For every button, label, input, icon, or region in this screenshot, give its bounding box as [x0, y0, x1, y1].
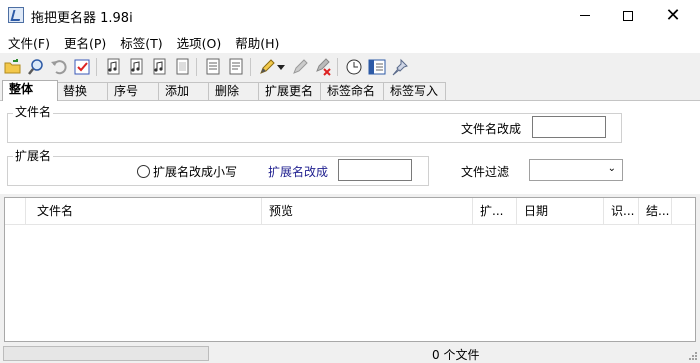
overall-panel: 文件名 文件名改成 扩展名 扩展名改成小写 扩展名改成 文件过滤 ⌄	[0, 100, 700, 194]
menu-options[interactable]: 选项(O)	[169, 33, 228, 52]
column-result[interactable]: 结...	[639, 198, 672, 225]
title-bar: 拖把更名器 1.98i ✕	[0, 0, 700, 31]
progress-bar	[3, 346, 209, 361]
file-music-3-icon	[153, 58, 166, 75]
app-icon	[8, 7, 24, 23]
list-header: 文件名 预览 扩... 日期 识... 结...	[5, 198, 695, 225]
search-icon	[28, 59, 43, 75]
open-folder-icon	[4, 59, 21, 74]
list-2-button[interactable]	[227, 58, 245, 76]
edit-delete-icon	[316, 58, 331, 76]
close-icon: ✕	[665, 4, 681, 26]
column-identify[interactable]: 识...	[604, 198, 639, 225]
column-icon-spacer	[5, 198, 26, 225]
status-bar: 0 个文件	[0, 343, 700, 363]
file-list[interactable]: 文件名 预览 扩... 日期 识... 结...	[4, 197, 696, 342]
tag-button-1[interactable]	[104, 58, 122, 76]
edit-disabled-button[interactable]	[291, 58, 309, 76]
check-icon	[74, 59, 90, 75]
column-preview[interactable]: 预览	[262, 198, 473, 225]
search-button[interactable]	[27, 58, 45, 76]
panel-button[interactable]	[368, 58, 386, 76]
list-button[interactable]	[204, 58, 222, 76]
ext-change-input[interactable]	[338, 159, 412, 181]
file-count-status: 0 个文件	[432, 348, 480, 362]
tab-delete[interactable]: 删除	[208, 82, 259, 100]
close-button[interactable]: ✕	[650, 0, 696, 31]
toolbar-separator	[337, 58, 338, 76]
tab-tag-write[interactable]: 标签写入	[383, 82, 446, 100]
file-filter-select[interactable]: ⌄	[529, 159, 623, 181]
menu-bar: 文件(F) 更名(P) 标签(T) 选项(O) 帮助(H)	[0, 31, 700, 53]
tab-extension-rename[interactable]: 扩展更名	[258, 82, 321, 100]
maximize-button[interactable]	[605, 0, 651, 31]
list-2-icon	[229, 58, 243, 75]
open-folder-button[interactable]	[4, 58, 22, 76]
filename-group	[7, 113, 622, 143]
filename-change-label: 文件名改成	[461, 122, 522, 136]
file-music-icon	[107, 58, 120, 75]
maximize-icon	[623, 10, 633, 21]
menu-rename[interactable]: 更名(P)	[56, 33, 112, 52]
menu-help[interactable]: 帮助(H)	[227, 33, 285, 52]
ext-change-label: 扩展名改成	[268, 165, 329, 179]
file-icon	[176, 58, 189, 75]
column-filename[interactable]: 文件名	[26, 198, 262, 225]
pencil-icon	[260, 59, 275, 74]
tab-add[interactable]: 添加	[158, 82, 209, 100]
panel-icon	[368, 59, 386, 75]
ext-lowercase-radio[interactable]	[137, 165, 150, 178]
file-button[interactable]	[173, 58, 191, 76]
tab-replace[interactable]: 替换	[56, 82, 108, 100]
tab-sequence[interactable]: 序号	[107, 82, 159, 100]
clock-button[interactable]	[345, 58, 363, 76]
pin-button[interactable]	[391, 58, 409, 76]
dropdown-arrow-icon	[277, 65, 285, 70]
undo-icon	[51, 60, 67, 75]
chevron-down-icon: ⌄	[607, 163, 616, 174]
clock-icon	[346, 59, 362, 75]
toolbar-separator	[96, 58, 97, 76]
window-title: 拖把更名器 1.98i	[31, 11, 133, 26]
undo-button[interactable]	[50, 58, 68, 76]
tab-tag-naming[interactable]: 标签命名	[320, 82, 384, 100]
check-button[interactable]	[73, 58, 91, 76]
filename-group-label: 文件名	[13, 105, 54, 119]
toolbar-separator	[250, 58, 251, 76]
extension-group-label: 扩展名	[13, 149, 54, 163]
pencil-dropdown-button[interactable]	[276, 58, 286, 76]
tag-button-2[interactable]	[127, 58, 145, 76]
edit-delete-button[interactable]	[314, 58, 332, 76]
minimize-icon	[580, 15, 590, 16]
edit-disabled-icon	[293, 59, 308, 74]
toolbar-separator	[196, 58, 197, 76]
ext-lowercase-label[interactable]: 扩展名改成小写	[153, 165, 237, 179]
menu-tags[interactable]: 标签(T)	[112, 33, 168, 52]
pin-icon	[392, 58, 408, 76]
resize-grip-icon[interactable]	[688, 351, 698, 361]
toolbar	[0, 54, 700, 80]
tab-strip: 整体 替换 序号 添加 删除 扩展更名 标签命名 标签写入	[0, 80, 700, 101]
menu-file[interactable]: 文件(F)	[0, 33, 56, 52]
tag-button-3[interactable]	[150, 58, 168, 76]
minimize-button[interactable]	[562, 0, 608, 31]
list-icon	[206, 58, 220, 75]
filename-change-input[interactable]	[532, 116, 606, 138]
file-filter-label: 文件过滤	[461, 165, 510, 179]
column-extension[interactable]: 扩...	[473, 198, 517, 225]
tab-overall[interactable]: 整体	[2, 80, 58, 101]
column-date[interactable]: 日期	[517, 198, 604, 225]
pencil-button[interactable]	[258, 58, 276, 76]
file-music-2-icon	[130, 58, 143, 75]
